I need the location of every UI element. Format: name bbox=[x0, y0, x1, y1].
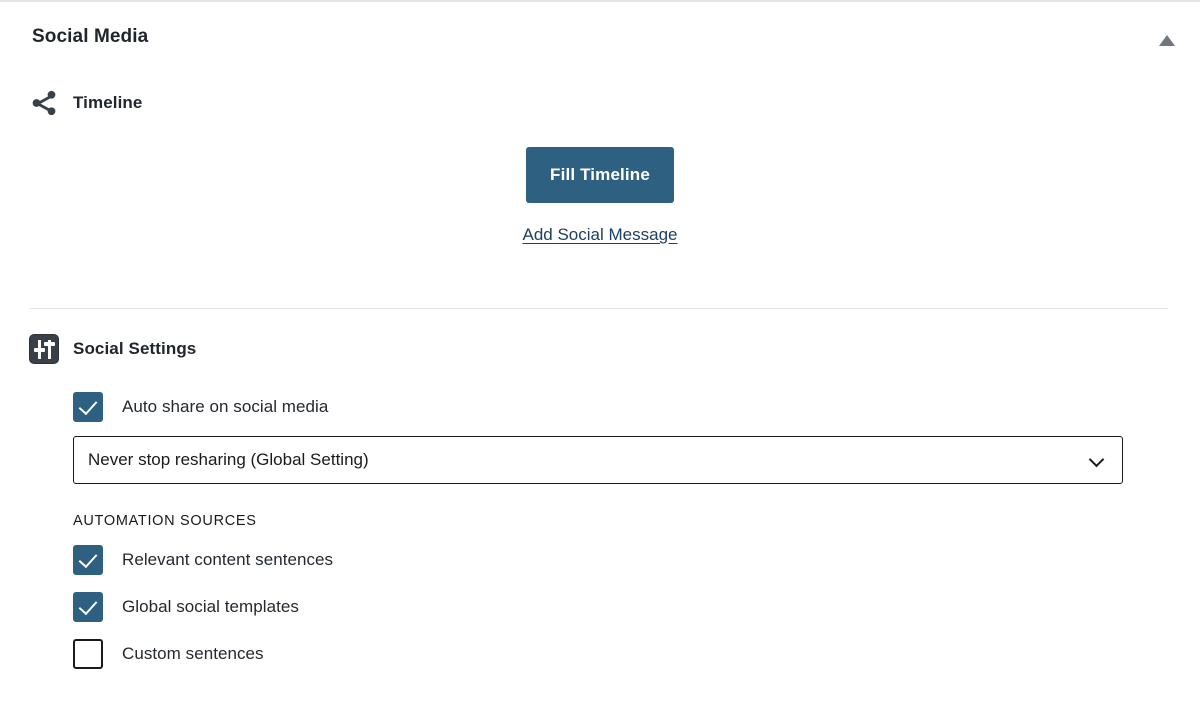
social-media-panel: Social Media Timeline Fill Timeline Add … bbox=[0, 0, 1200, 727]
timeline-section: Timeline Fill Timeline Add Social Messag… bbox=[0, 80, 1200, 245]
global-social-templates-checkbox[interactable] bbox=[73, 592, 103, 622]
add-social-message-link[interactable]: Add Social Message bbox=[0, 225, 1200, 245]
auto-share-checkbox[interactable] bbox=[73, 392, 103, 422]
social-settings-options: Auto share on social media Never stop re… bbox=[0, 390, 1200, 671]
social-settings-label: Social Settings bbox=[73, 339, 197, 358]
timeline-section-header: Timeline bbox=[0, 80, 1200, 126]
automation-sources-label: Automation Sources bbox=[73, 513, 257, 529]
tune-sliders-icon bbox=[29, 334, 69, 364]
share-icon bbox=[29, 88, 69, 118]
reshare-select[interactable]: Never stop resharing (Global Setting) bbox=[73, 436, 1123, 484]
page-title: Social Media bbox=[32, 26, 149, 47]
triangle-up-icon bbox=[1159, 35, 1175, 46]
relevant-content-sentences-label[interactable]: Relevant content sentences bbox=[122, 550, 333, 570]
section-divider bbox=[30, 308, 1168, 309]
panel-header: Social Media bbox=[0, 24, 1200, 64]
custom-sentences-label[interactable]: Custom sentences bbox=[122, 644, 264, 664]
collapse-panel-button[interactable] bbox=[1156, 32, 1178, 50]
automation-source-row[interactable]: Global social templates bbox=[73, 590, 1200, 624]
custom-sentences-checkbox[interactable] bbox=[73, 639, 103, 669]
social-settings-header: Social Settings bbox=[0, 326, 1200, 372]
relevant-content-sentences-checkbox[interactable] bbox=[73, 545, 103, 575]
automation-source-row[interactable]: Relevant content sentences bbox=[73, 543, 1200, 577]
timeline-actions: Fill Timeline Add Social Message bbox=[0, 147, 1200, 245]
automation-source-row[interactable]: Custom sentences bbox=[73, 637, 1200, 671]
reshare-select-value: Never stop resharing (Global Setting) bbox=[88, 450, 369, 469]
automation-sources-list: Relevant content sentences Global social… bbox=[73, 543, 1200, 671]
auto-share-row[interactable]: Auto share on social media bbox=[73, 390, 1200, 424]
auto-share-label[interactable]: Auto share on social media bbox=[122, 397, 328, 417]
fill-timeline-button[interactable]: Fill Timeline bbox=[526, 147, 674, 203]
social-settings-section: Social Settings Auto share on social med… bbox=[0, 326, 1200, 684]
timeline-section-label: Timeline bbox=[73, 93, 143, 112]
global-social-templates-label[interactable]: Global social templates bbox=[122, 597, 299, 617]
chevron-down-icon[interactable] bbox=[1091, 454, 1104, 462]
